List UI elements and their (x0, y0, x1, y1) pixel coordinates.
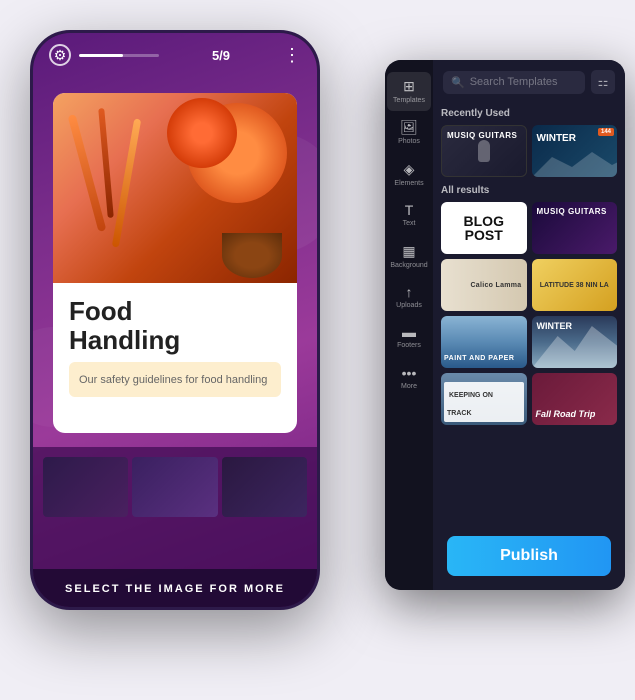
tmpl-recent-2-badge: 144 (598, 128, 614, 136)
food-bowl (222, 233, 282, 278)
guitar-icon (478, 140, 490, 162)
food-image (53, 93, 297, 283)
sidebar-item-photos[interactable]: 🖼 Photos (387, 113, 431, 152)
food-text-area: Food Handling Our safety guidelines for … (53, 283, 297, 411)
topbar-left: ⚙ (49, 44, 159, 66)
tmpl-all-5-overlay: PAINT AND PAPER (444, 347, 514, 365)
tmpl-all-5-label: PAINT AND PAPER (444, 355, 514, 362)
tmpl-blog-post-label: BLOGPOST (464, 214, 504, 242)
sidebar-item-footers[interactable]: ▬ Footers (387, 318, 431, 356)
editor-panel: ⊞ Templates 🖼 Photos ◈ Elements T Text ▦… (385, 60, 625, 590)
templates-icon: ⊞ (403, 78, 415, 95)
publish-button[interactable]: Publish (447, 536, 611, 576)
text-icon-label: Text (403, 220, 416, 228)
bottom-thumb-3 (222, 457, 307, 517)
tmpl-all-7-label: KEEPING ON TRACK (447, 390, 493, 419)
phone-topbar: ⚙ 5/9 ⋮ (33, 33, 317, 77)
filter-icon[interactable]: ⚏ (591, 70, 615, 94)
phone-screen: ⚙ 5/9 ⋮ Food Handling (33, 33, 317, 607)
elements-icon: ◈ (404, 161, 415, 178)
food-subtitle-box: Our safety guidelines for food handling (69, 362, 281, 396)
sidebar-item-elements[interactable]: ◈ Elements (387, 155, 431, 194)
text-icon: T (405, 202, 414, 218)
template-all-4[interactable]: LATITUDE 38 NIN LA (532, 259, 618, 311)
slide-count: 5/9 (212, 48, 230, 63)
background-icon-label: Background (390, 262, 427, 270)
sidebar-item-text[interactable]: T Text (387, 196, 431, 234)
food-stick-3 (112, 118, 141, 247)
photos-icon-label: Photos (398, 138, 420, 146)
panel-content: 🔍 Search Templates ⚏ Recently Used MUSIQ… (433, 60, 625, 590)
sidebar-item-more[interactable]: ••• More (387, 359, 431, 397)
more-icon-label: More (401, 383, 417, 391)
template-recent-1[interactable]: MUSIQ GUITARS (441, 125, 527, 177)
all-results-title: All results (441, 185, 617, 196)
footers-icon-label: Footers (397, 342, 421, 350)
phone-mockup: ⚙ 5/9 ⋮ Food Handling (30, 30, 320, 610)
progress-fill (79, 54, 123, 57)
template-all-7[interactable]: KEEPING ON TRACK (441, 373, 527, 425)
tmpl-all-2-label: MUSIQ GUITARS (537, 207, 607, 216)
template-all-2[interactable]: MUSIQ GUITARS (532, 202, 618, 254)
recently-used-title: Recently Used (441, 108, 617, 119)
template-recent-2[interactable]: WINTER 144 (532, 125, 618, 177)
template-all-6[interactable]: WINTER (532, 316, 618, 368)
food-subtitle-text: Our safety guidelines for food handling (79, 374, 267, 386)
sidebar-item-templates[interactable]: ⊞ Templates (387, 72, 431, 111)
uploads-icon-label: Uploads (396, 302, 422, 310)
recently-used-grid: MUSIQ GUITARS WINTER 144 (441, 125, 617, 177)
bottom-label-bar: SELECT THE IMAGE FOR MORE (33, 569, 317, 607)
tmpl-recent-1-label: MUSIQ GUITARS (447, 131, 517, 140)
bottom-thumb-2 (132, 457, 217, 517)
gear-icon[interactable]: ⚙ (49, 44, 71, 66)
footers-icon: ▬ (402, 324, 416, 340)
progress-bar (79, 54, 159, 57)
bottom-thumb-1 (43, 457, 128, 517)
template-all-5[interactable]: PAINT AND PAPER (441, 316, 527, 368)
more-icon: ••• (402, 365, 417, 381)
tmpl-all-4-label: LATITUDE 38 NIN LA (540, 282, 609, 289)
tmpl-all-3-label: Calico Lamma (470, 282, 521, 289)
search-placeholder: Search Templates (470, 76, 558, 88)
tmpl-all-8-overlay: Fall Road Trip (534, 404, 616, 422)
search-bar: 🔍 Search Templates ⚏ (433, 60, 625, 100)
template-all-1[interactable]: BLOGPOST (441, 202, 527, 254)
phone-bottom-overlay: SELECT THE IMAGE FOR MORE (33, 447, 317, 607)
tmpl-recent-2-label: WINTER (537, 133, 576, 144)
publish-section: Publish (433, 522, 625, 590)
search-icon: 🔍 (451, 76, 465, 89)
uploads-icon: ↑ (406, 284, 413, 300)
template-all-8[interactable]: Fall Road Trip (532, 373, 618, 425)
food-circle-2 (167, 98, 237, 168)
food-card-title: Food Handling (69, 297, 281, 354)
templates-icon-label: Templates (393, 97, 425, 105)
elements-icon-label: Elements (394, 180, 423, 188)
search-input-wrap[interactable]: 🔍 Search Templates (443, 71, 585, 94)
template-all-3[interactable]: Calico Lamma (441, 259, 527, 311)
more-options-icon[interactable]: ⋮ (283, 45, 301, 66)
all-results-grid: BLOGPOST MUSIQ GUITARS Calico Lamma LATI… (441, 202, 617, 425)
sidebar-item-uploads[interactable]: ↑ Uploads (387, 278, 431, 316)
food-stick-2 (98, 108, 114, 218)
background-icon: ▦ (402, 243, 415, 260)
photos-icon: 🖼 (400, 119, 418, 136)
winter-mountain-svg (532, 147, 618, 177)
food-card[interactable]: Food Handling Our safety guidelines for … (53, 93, 297, 433)
sidebar-icons: ⊞ Templates 🖼 Photos ◈ Elements T Text ▦… (385, 60, 433, 590)
bottom-label-text: SELECT THE IMAGE FOR MORE (65, 583, 285, 595)
sidebar-item-background[interactable]: ▦ Background (387, 237, 431, 276)
templates-scroll[interactable]: Recently Used MUSIQ GUITARS WINTER 144 A… (433, 100, 625, 522)
tmpl-all-6-label: WINTER (537, 321, 573, 331)
tmpl-all-7-overlay: KEEPING ON TRACK (444, 382, 524, 422)
tmpl-all-8-label: Fall Road Trip (534, 407, 598, 421)
bottom-images-row (33, 447, 317, 527)
